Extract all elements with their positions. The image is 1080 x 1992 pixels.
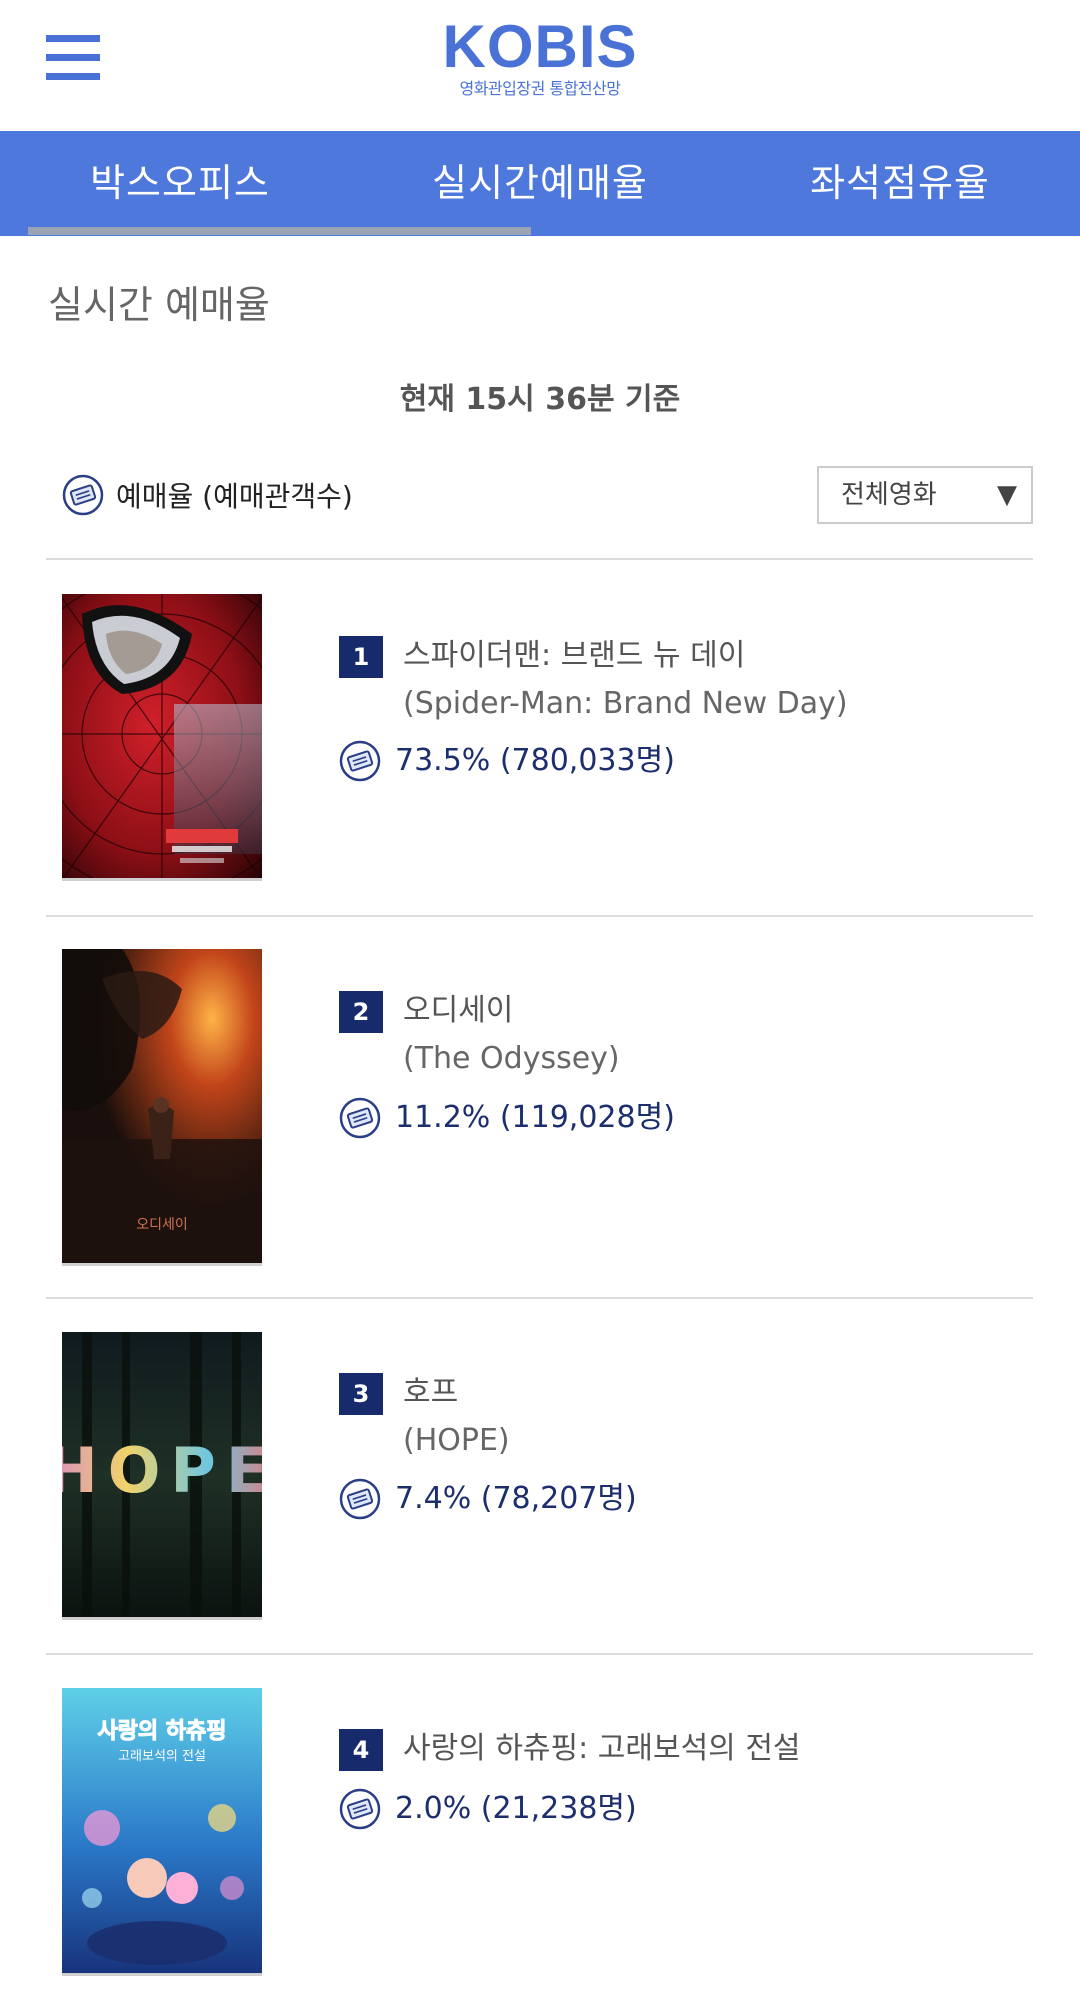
movie-title-ko[interactable]: 오디세이	[403, 991, 513, 1031]
logo-subtitle: 영화관입장권 통합전산망	[459, 79, 621, 98]
page-title: 실시간 예매율	[48, 283, 270, 327]
ticket-icon	[339, 1478, 381, 1520]
tab-seat-occupancy[interactable]: 좌석점유율	[720, 131, 1080, 236]
rate-value: 11.2% (119,028명)	[395, 1100, 675, 1135]
legend-label: 예매율 (예매관객수)	[116, 480, 353, 513]
reservation-rate: 7.4% (78,207명)	[339, 1478, 637, 1520]
movie-poster[interactable]: 오디세이	[62, 949, 262, 1266]
divider	[46, 1297, 1033, 1299]
tab-box-office[interactable]: 박스오피스	[0, 131, 360, 236]
poster-title: 사랑의 하츄핑	[97, 1719, 226, 1744]
divider	[46, 558, 1033, 560]
poster-subtitle: 고래보석의 전설	[118, 1749, 206, 1764]
timestamp-label: 현재 15시 36분 기준	[399, 382, 681, 417]
movie-title-en: (The Odyssey)	[403, 1041, 620, 1076]
filter-selected-value: 전체영화	[841, 480, 937, 510]
rate-value: 7.4% (78,207명)	[395, 1481, 637, 1516]
tab-realtime-reservation[interactable]: 실시간예매율	[360, 131, 720, 236]
ticket-icon	[62, 474, 104, 516]
rank-badge: 3	[339, 1373, 383, 1415]
movie-title-ko[interactable]: 스파이더맨: 브랜드 뉴 데이	[403, 636, 745, 676]
ticket-icon	[339, 1097, 381, 1139]
kobis-logo[interactable]: KOBIS 영화관입장권 통합전산망	[440, 14, 640, 98]
divider	[46, 915, 1033, 917]
movie-poster[interactable]: HOPE	[62, 1332, 262, 1620]
rate-value: 2.0% (21,238명)	[395, 1791, 637, 1826]
poster-title: 오디세이	[136, 1217, 188, 1233]
rank-badge: 4	[339, 1729, 383, 1771]
divider	[46, 1653, 1033, 1655]
reservation-rate: 73.5% (780,033명)	[339, 740, 675, 782]
legend: 예매율 (예매관객수)	[62, 472, 353, 518]
tab-bar: 박스오피스 실시간예매율 좌석점유율	[0, 131, 1080, 236]
movie-poster[interactable]: 사랑의 하츄핑 고래보석의 전설	[62, 1688, 262, 1976]
rank-badge: 1	[339, 636, 383, 678]
movie-title-en: (HOPE)	[403, 1423, 510, 1458]
movie-filter-select[interactable]: 전체영화 ▼	[817, 466, 1033, 524]
rank-badge: 2	[339, 991, 383, 1033]
movie-poster[interactable]	[62, 594, 262, 881]
chevron-down-icon: ▼	[997, 480, 1017, 510]
movie-title-ko[interactable]: 사랑의 하츄핑: 고래보석의 전설	[403, 1729, 801, 1769]
poster-title: HOPE	[62, 1434, 262, 1507]
rate-value: 73.5% (780,033명)	[395, 743, 675, 778]
ticket-icon	[339, 740, 381, 782]
movie-title-en: (Spider-Man: Brand New Day)	[403, 686, 848, 721]
logo-title: KOBIS	[442, 13, 638, 80]
reservation-rate: 11.2% (119,028명)	[339, 1097, 675, 1139]
movie-title-ko[interactable]: 호프	[403, 1373, 458, 1413]
menu-icon[interactable]	[46, 35, 102, 81]
tab-indicator	[28, 227, 531, 235]
app-header: KOBIS 영화관입장권 통합전산망	[0, 0, 1080, 131]
reservation-rate: 2.0% (21,238명)	[339, 1788, 637, 1830]
ticket-icon	[339, 1788, 381, 1830]
